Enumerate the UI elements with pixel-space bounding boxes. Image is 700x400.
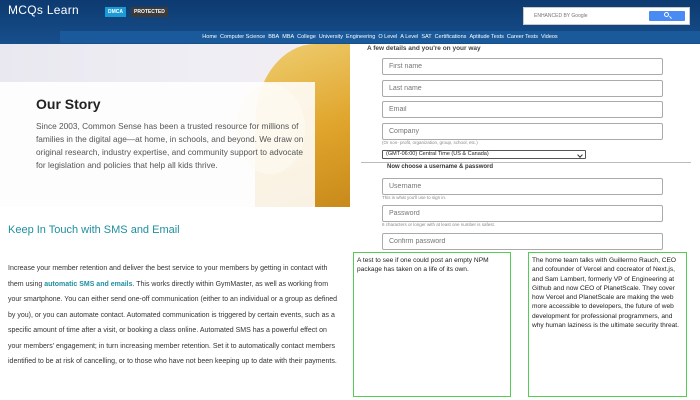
password-hint: 6 characters or longer with at least one… — [382, 222, 496, 227]
story-card: Our Story Since 2003, Common Sense has b… — [0, 82, 315, 207]
nav-link-college[interactable]: College — [297, 31, 316, 43]
story-text: Since 2003, Common Sense has been a trus… — [36, 121, 304, 170]
username-heading: Now choose a username & password — [387, 164, 494, 170]
nav-link-university[interactable]: University — [319, 31, 343, 43]
main-nav: Home Computer Science BBA MBA College Univers… — [60, 31, 700, 43]
timezone-select[interactable]: (GMT-06:00) Central Time (US & Canada) — [382, 150, 586, 159]
search-input[interactable] — [524, 8, 648, 24]
nav-link-mba[interactable]: MBA — [282, 31, 294, 43]
username-field[interactable] — [382, 178, 663, 195]
sms-section-title: Keep In Touch with SMS and Email — [8, 224, 180, 236]
signup-form: A few details and you're on your way (Or… — [352, 44, 700, 252]
podcast-story-panel: The home team talks with Guillermo Rauch… — [528, 252, 687, 397]
company-hint: (Or non- profit, organization, group, sc… — [382, 140, 478, 145]
form-divider — [361, 162, 691, 163]
username-hint: This is what you'll use to sign in. — [382, 195, 447, 200]
npm-story-panel: A test to see if one could post an empty… — [353, 252, 511, 397]
nav-link-aptitude-tests[interactable]: Aptitude Tests — [469, 31, 503, 43]
nav-link-o-level[interactable]: O Level — [378, 31, 397, 43]
nav-link-home[interactable]: Home — [202, 31, 217, 43]
google-search-box — [523, 7, 690, 25]
site-header: MCQs Learn DMCA PROTECTED HomeComputer S… — [0, 0, 700, 44]
nav-link-engineering[interactable]: Engineering — [346, 31, 375, 43]
password-field[interactable] — [382, 205, 663, 222]
sms-section-text: Increase your member retention and deliv… — [8, 261, 342, 370]
last-name-field[interactable] — [382, 80, 663, 97]
dmca-badge[interactable]: DMCA — [105, 7, 126, 17]
nav-link-sat[interactable]: SAT — [421, 31, 431, 43]
nav-link-a-level[interactable]: A Level — [400, 31, 418, 43]
sms-email-link[interactable]: automatic SMS and emails — [44, 281, 132, 288]
search-icon — [664, 12, 669, 17]
company-field[interactable] — [382, 123, 663, 140]
story-title: Our Story — [36, 96, 101, 112]
nav-link-bba[interactable]: BBA — [268, 31, 279, 43]
first-name-field[interactable] — [382, 58, 663, 75]
nav-link-certifications[interactable]: Certifications — [435, 31, 467, 43]
story-hero: Our Story Since 2003, Common Sense has b… — [0, 44, 350, 207]
confirm-password-field[interactable] — [382, 233, 663, 250]
protected-badge[interactable]: PROTECTED — [131, 7, 168, 17]
search-button[interactable] — [649, 11, 685, 21]
site-logo[interactable]: MCQs Learn — [8, 3, 79, 17]
form-heading: A few details and you're on your way — [367, 45, 481, 52]
sms-text-body: . This works directly within GymMaster, … — [8, 280, 338, 366]
email-field[interactable] — [382, 101, 663, 118]
nav-link-videos[interactable]: Videos — [541, 31, 558, 43]
nav-link-career-tests[interactable]: Career Tests — [507, 31, 538, 43]
nav-link-computer-science[interactable]: Computer Science — [220, 31, 265, 43]
